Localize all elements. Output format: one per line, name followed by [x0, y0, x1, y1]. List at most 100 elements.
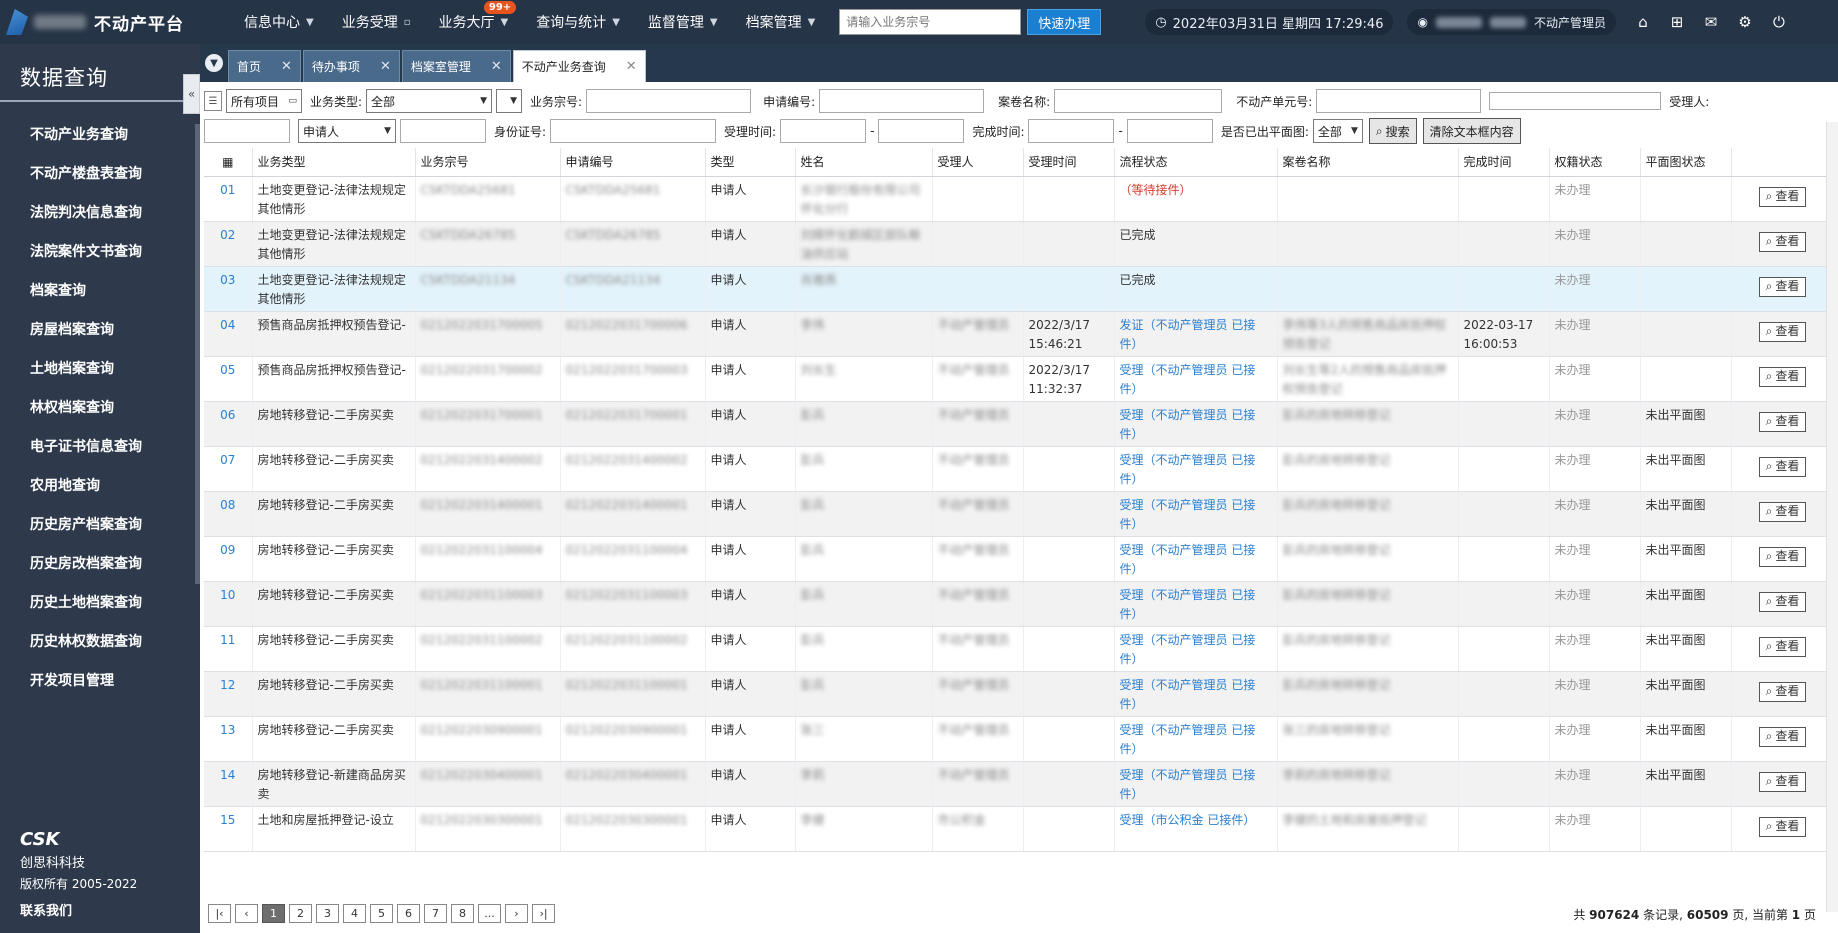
view-button[interactable]: ⌕ 查看: [1758, 546, 1807, 567]
view-button[interactable]: ⌕ 查看: [1758, 456, 1807, 477]
sidebar-item[interactable]: 土地档案查询: [0, 350, 200, 389]
accept-time-start-input[interactable]: [780, 119, 867, 143]
page-button[interactable]: 3: [316, 904, 339, 923]
sidebar-item[interactable]: 历史房产档案查询: [0, 506, 200, 545]
view-button[interactable]: ⌕ 查看: [1758, 276, 1807, 297]
view-button[interactable]: ⌕ 查看: [1758, 681, 1807, 702]
user-info[interactable]: ◉ 不动产管理员: [1407, 9, 1616, 35]
tab-2[interactable]: 档案室管理 ✕: [401, 50, 511, 82]
applicant-input[interactable]: [400, 119, 486, 143]
view-button[interactable]: ⌕ 查看: [1758, 591, 1807, 612]
clear-inputs-button[interactable]: 清除文本框内容: [1422, 118, 1521, 144]
view-button[interactable]: ⌕ 查看: [1758, 321, 1807, 342]
handler-input[interactable]: [204, 119, 290, 143]
business-type-select[interactable]: 全部 ▼: [366, 89, 493, 113]
table-row[interactable]: 03 土地变更登记-法律法规规定其他情形 CSKTDDA21134 CSKTDDA21…: [204, 266, 1835, 312]
sidebar-item[interactable]: 法院判决信息查询: [0, 194, 200, 233]
table-row[interactable]: 11 房地转移登记-二手房买卖 0212022031100002 0212022031…: [204, 626, 1835, 672]
table-row[interactable]: 04 预售商品房抵押权预告登记- 0212022031700005 021202203…: [204, 311, 1835, 357]
table-row[interactable]: 07 房地转移登记-二手房买卖 0212022031400002 0212022031…: [204, 446, 1835, 492]
close-icon[interactable]: ✕: [626, 59, 637, 74]
table-row[interactable]: 05 预售商品房抵押权预告登记- 0212022031700002 021202203…: [204, 356, 1835, 402]
page-button[interactable]: 7: [424, 904, 447, 923]
business-type-subselect[interactable]: ▼: [496, 89, 523, 113]
table-row[interactable]: 12 房地转移登记-二手房买卖 0212022031100001 0212022031…: [204, 671, 1835, 717]
last-page-button[interactable]: ›|: [532, 904, 555, 923]
page-button[interactable]: 4: [343, 904, 366, 923]
finish-time-start-input[interactable]: [1028, 119, 1115, 143]
view-button[interactable]: ⌕ 查看: [1758, 231, 1807, 252]
windows-icon[interactable]: ⊞: [1668, 13, 1686, 31]
view-button[interactable]: ⌕ 查看: [1758, 411, 1807, 432]
page-button[interactable]: 6: [397, 904, 420, 923]
page-button[interactable]: ...: [478, 904, 501, 923]
table-row[interactable]: 01 土地变更登记-法律法规规定其他情形 CSKTDDA25681 CSKTDDA25…: [204, 176, 1835, 222]
tab-3[interactable]: 不动产业务查询 ✕: [512, 50, 646, 82]
close-icon[interactable]: ✕: [491, 59, 502, 74]
sidebar-item[interactable]: 房屋档案查询: [0, 311, 200, 350]
view-button[interactable]: ⌕ 查看: [1758, 771, 1807, 792]
sidebar-item[interactable]: 历史土地档案查询: [0, 584, 200, 623]
content-scrollbar[interactable]: [1826, 122, 1838, 912]
home-icon[interactable]: ⌂: [1634, 13, 1652, 31]
id-no-input[interactable]: [550, 119, 717, 143]
table-row[interactable]: 10 房地转移登记-二手房买卖 0212022031100003 0212022031…: [204, 581, 1835, 627]
sidebar-item[interactable]: 历史房改档案查询: [0, 545, 200, 584]
view-button[interactable]: ⌕ 查看: [1758, 186, 1807, 207]
tab-menu-toggle[interactable]: ▼: [200, 44, 228, 82]
sidebar-item[interactable]: 开发项目管理: [0, 662, 200, 691]
nav-item-2[interactable]: 业务大厅 ▼ 99+: [424, 0, 522, 44]
power-icon[interactable]: ⏻: [1770, 13, 1788, 31]
sidebar-collapse-handle[interactable]: «: [183, 74, 200, 114]
view-button[interactable]: ⌕ 查看: [1758, 816, 1807, 837]
table-row[interactable]: 02 土地变更登记-法律法规规定其他情形 CSKTDDA26785 CSKTDDA26…: [204, 221, 1835, 267]
contact-us-link[interactable]: 联系我们: [20, 900, 190, 919]
page-button[interactable]: 1: [262, 904, 285, 923]
sidebar-item[interactable]: 法院案件文书查询: [0, 233, 200, 272]
column-settings-icon[interactable]: ▦: [204, 148, 253, 177]
filter-list-icon[interactable]: ☰: [204, 91, 222, 111]
applicant-type-select[interactable]: 申请人 ▼: [298, 119, 396, 143]
view-button[interactable]: ⌕ 查看: [1758, 726, 1807, 747]
nav-item-0[interactable]: 信息中心 ▼: [230, 0, 328, 44]
mail-icon[interactable]: ✉: [1702, 13, 1720, 31]
finish-time-end-input[interactable]: [1126, 119, 1213, 143]
nav-item-4[interactable]: 监督管理 ▼: [634, 0, 732, 44]
sidebar-item[interactable]: 不动产业务查询: [0, 116, 200, 155]
floorplan-select[interactable]: 全部 ▼: [1312, 119, 1363, 143]
table-row[interactable]: 14 房地转移登记-新建商品房买卖 0212022030400001 02120220…: [204, 761, 1835, 807]
view-button[interactable]: ⌕ 查看: [1758, 636, 1807, 657]
file-name-input[interactable]: [1054, 89, 1223, 113]
quick-process-button[interactable]: 快速办理: [1027, 9, 1102, 35]
page-button[interactable]: 5: [370, 904, 393, 923]
accept-time-end-input[interactable]: [878, 119, 965, 143]
table-row[interactable]: 15 土地和房屋抵押登记-设立 0212022030300001 0212022030…: [204, 806, 1835, 852]
project-select[interactable]: 所有项目 ▭: [226, 89, 302, 113]
sidebar-item[interactable]: 不动产楼盘表查询: [0, 155, 200, 194]
prev-page-button[interactable]: ‹: [235, 904, 258, 923]
business-no-search-input[interactable]: [839, 9, 1022, 35]
search-button[interactable]: ⌕ 搜索: [1368, 118, 1417, 144]
page-button[interactable]: 8: [451, 904, 474, 923]
sidebar-item[interactable]: 电子证书信息查询: [0, 428, 200, 467]
gear-icon[interactable]: ⚙: [1736, 13, 1754, 31]
nav-item-5[interactable]: 档案管理 ▼: [732, 0, 830, 44]
page-button[interactable]: 2: [289, 904, 312, 923]
view-button[interactable]: ⌕ 查看: [1758, 366, 1807, 387]
close-icon[interactable]: ✕: [380, 59, 391, 74]
nav-item-3[interactable]: 查询与统计 ▼: [522, 0, 634, 44]
first-page-button[interactable]: |‹: [208, 904, 231, 923]
view-button[interactable]: ⌕ 查看: [1758, 501, 1807, 522]
table-row[interactable]: 09 房地转移登记-二手房买卖 0212022031100004 0212022031…: [204, 536, 1835, 582]
next-page-button[interactable]: ›: [505, 904, 528, 923]
sidebar-item[interactable]: 历史林权数据查询: [0, 623, 200, 662]
tab-1[interactable]: 待办事项 ✕: [302, 50, 400, 82]
sidebar-item[interactable]: 档案查询: [0, 272, 200, 311]
tab-0[interactable]: 首页 ✕: [228, 50, 301, 82]
business-no-input[interactable]: [586, 89, 752, 113]
table-row[interactable]: 06 房地转移登记-二手房买卖 0212022031700001 0212022031…: [204, 401, 1835, 447]
close-icon[interactable]: ✕: [281, 59, 292, 74]
sidebar-item[interactable]: 农用地查询: [0, 467, 200, 506]
unit-no-input[interactable]: [1316, 89, 1482, 113]
table-row[interactable]: 13 房地转移登记-二手房买卖 0212022030900001 0212022030…: [204, 716, 1835, 762]
